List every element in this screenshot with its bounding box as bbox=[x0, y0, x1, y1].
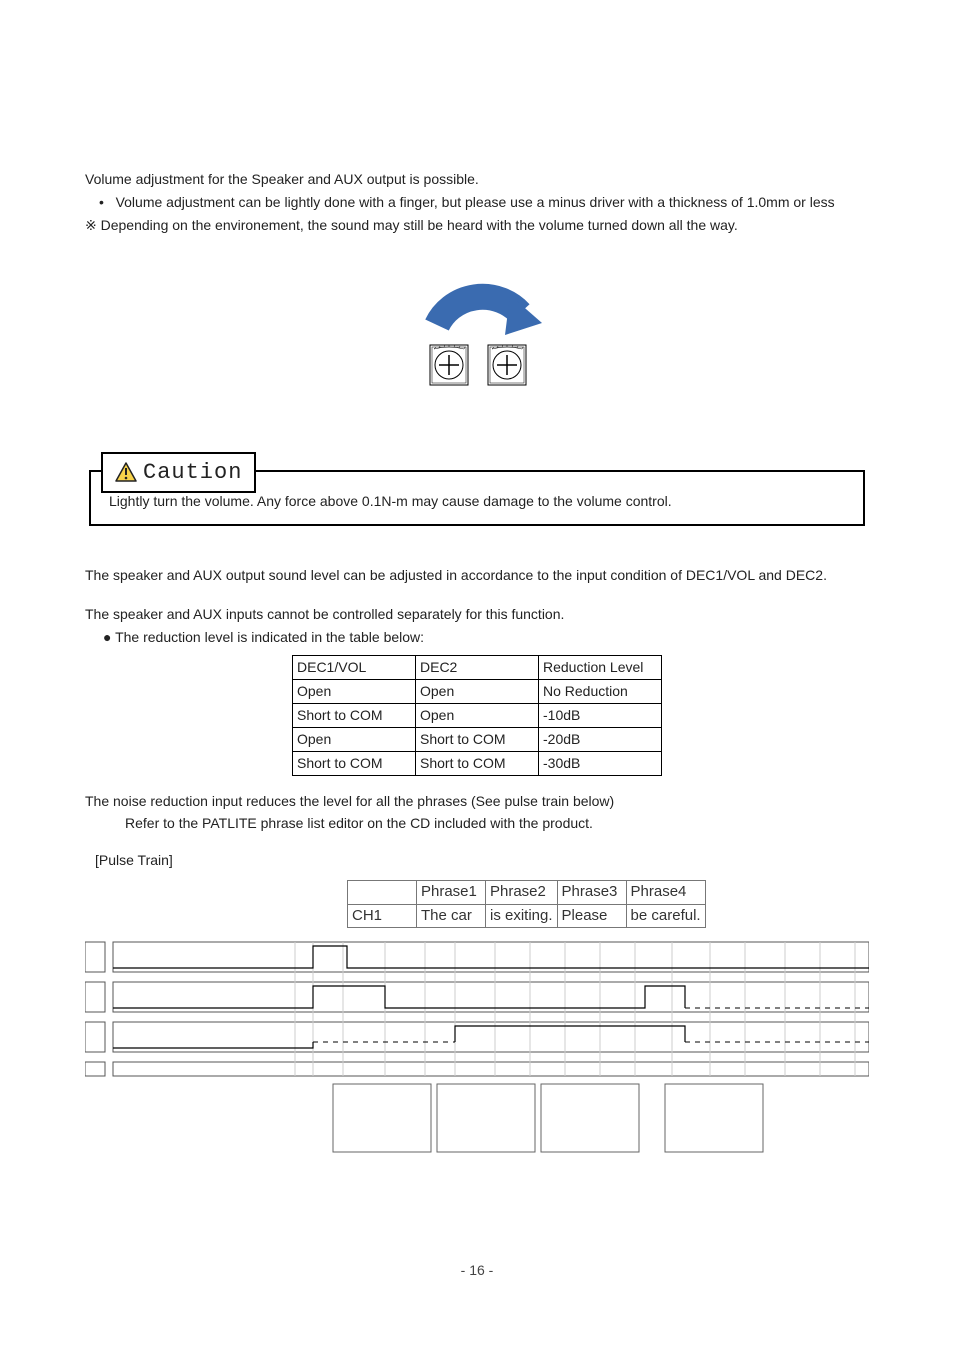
caution-body: Lightly turn the volume. Any force above… bbox=[109, 492, 845, 511]
mid-p1: The speaker and AUX output sound level c… bbox=[85, 566, 869, 585]
intro-line3-text: Depending on the environement, the sound… bbox=[101, 217, 738, 233]
table-row: Short to COM Open -10dB bbox=[293, 703, 662, 727]
table-cell: Please bbox=[557, 904, 626, 927]
table-row: Short to COM Short to COM -30dB bbox=[293, 751, 662, 775]
table-row: Phrase1 Phrase2 Phrase3 Phrase4 bbox=[348, 881, 706, 904]
table-cell: Open bbox=[293, 727, 416, 751]
table-cell: Short to COM bbox=[293, 703, 416, 727]
table-cell: Short to COM bbox=[293, 751, 416, 775]
table-cell: Open bbox=[416, 680, 539, 704]
volume-knob-figure bbox=[85, 265, 869, 400]
table-cell: No Reduction bbox=[539, 680, 662, 704]
table-cell: be careful. bbox=[626, 904, 705, 927]
table-cell: Phrase3 bbox=[557, 881, 626, 904]
phrase-table: Phrase1 Phrase2 Phrase3 Phrase4 CH1 The … bbox=[347, 880, 706, 928]
pulse-train-diagram bbox=[85, 934, 869, 1164]
intro-line2-text: Volume adjustment can be lightly done wi… bbox=[116, 194, 835, 210]
table-cell: Phrase4 bbox=[626, 881, 705, 904]
table-cell: Phrase1 bbox=[417, 881, 486, 904]
mid-p3: ● The reduction level is indicated in th… bbox=[85, 628, 869, 647]
table-cell: -10dB bbox=[539, 703, 662, 727]
bullet: • bbox=[99, 194, 104, 210]
table-cell: is exiting. bbox=[486, 904, 558, 927]
table-cell: CH1 bbox=[348, 904, 417, 927]
table-cell: -30dB bbox=[539, 751, 662, 775]
table-cell: Short to COM bbox=[416, 727, 539, 751]
table-header: Reduction Level bbox=[539, 656, 662, 680]
intro-line1: Volume adjustment for the Speaker and AU… bbox=[85, 170, 869, 189]
table-header: DEC2 bbox=[416, 656, 539, 680]
caution-label: Caution bbox=[101, 452, 256, 494]
table-cell: -20dB bbox=[539, 727, 662, 751]
table-cell bbox=[348, 881, 417, 904]
table-header: DEC1/VOL bbox=[293, 656, 416, 680]
volume-arrow-icon bbox=[402, 265, 552, 395]
warning-triangle-icon bbox=[115, 462, 137, 482]
table-cell: Phrase2 bbox=[486, 881, 558, 904]
caution-box: Caution Lightly turn the volume. Any for… bbox=[89, 470, 865, 527]
table-cell: Open bbox=[416, 703, 539, 727]
reference-mark: ※ bbox=[85, 217, 97, 233]
table-row: DEC1/VOL DEC2 Reduction Level bbox=[293, 656, 662, 680]
table-cell: The car bbox=[417, 904, 486, 927]
bottom-p1: The noise reduction input reduces the le… bbox=[85, 792, 869, 811]
table-row: Open Short to COM -20dB bbox=[293, 727, 662, 751]
table-cell: Short to COM bbox=[416, 751, 539, 775]
caution-label-text: Caution bbox=[143, 458, 242, 488]
intro-line3: ※ Depending on the environement, the sou… bbox=[85, 216, 869, 235]
bottom-p2: Refer to the PATLITE phrase list editor … bbox=[85, 814, 869, 833]
page-number: - 16 - bbox=[0, 1261, 954, 1280]
table-row: Open Open No Reduction bbox=[293, 680, 662, 704]
table-row: CH1 The car is exiting. Please be carefu… bbox=[348, 904, 706, 927]
intro-line2: • Volume adjustment can be lightly done … bbox=[85, 193, 869, 212]
table-cell: Open bbox=[293, 680, 416, 704]
reduction-level-table: DEC1/VOL DEC2 Reduction Level Open Open … bbox=[292, 655, 662, 775]
pulse-train-label: [Pulse Train] bbox=[85, 851, 869, 870]
page: Volume adjustment for the Speaker and AU… bbox=[0, 0, 954, 1350]
mid-p2: The speaker and AUX inputs cannot be con… bbox=[85, 605, 869, 624]
